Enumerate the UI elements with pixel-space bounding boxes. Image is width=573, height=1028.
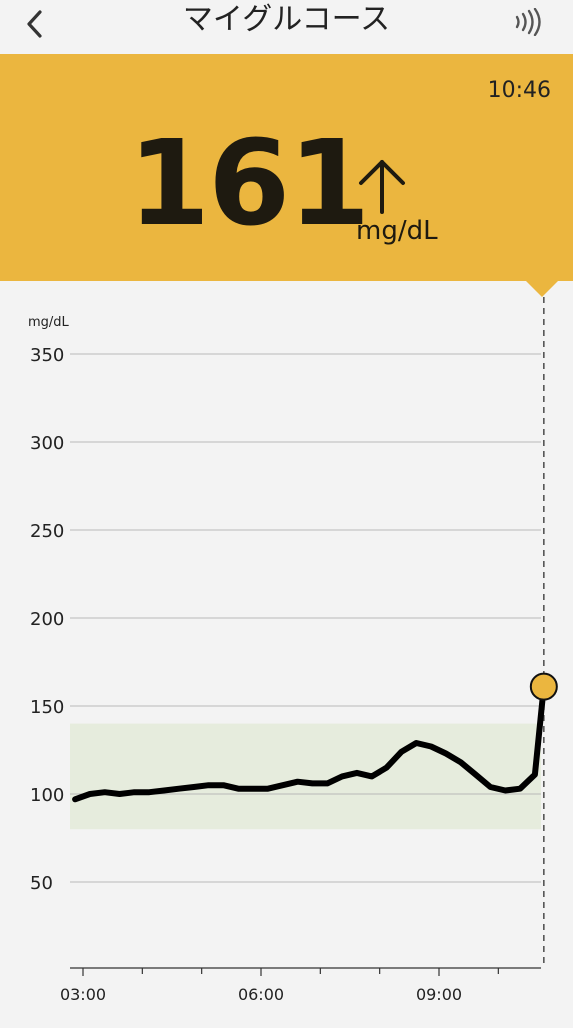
current-reading-banner: 10:46 161 mg/dL xyxy=(0,54,573,281)
y-tick-label: 200 xyxy=(30,609,64,630)
y-tick-label: 350 xyxy=(30,345,64,366)
reading-time: 10:46 xyxy=(487,78,551,103)
page-title: マイグルコース xyxy=(182,2,391,37)
x-tick-label: 06:00 xyxy=(238,985,284,1004)
top-bar: マイグルコース xyxy=(0,0,573,54)
y-axis-unit-label: mg/dL xyxy=(28,315,70,330)
glucose-value: 161 xyxy=(128,114,370,252)
glucose-unit: mg/dL xyxy=(356,216,438,246)
current-reading-marker[interactable] xyxy=(529,672,558,701)
y-tick-label: 150 xyxy=(30,697,64,718)
target-range-band xyxy=(70,723,541,830)
y-tick-label: 100 xyxy=(30,785,64,806)
glucose-chart-svg: 350 300 250 200 150 100 50 mg/dL 03:00 06:00 09:00 xyxy=(28,297,558,1004)
arrow-up-icon xyxy=(359,160,405,214)
y-tick-label: 300 xyxy=(30,433,64,454)
y-tick-label: 250 xyxy=(30,521,64,542)
x-tick-label: 03:00 xyxy=(60,985,106,1004)
y-tick-label: 50 xyxy=(30,873,53,894)
x-tick-label: 09:00 xyxy=(416,985,462,1004)
glucose-chart[interactable]: 350 300 250 200 150 100 50 mg/dL 03:00 06:00 09:00 xyxy=(0,281,573,1024)
nfc-scan-button[interactable] xyxy=(513,7,545,37)
nfc-scan-icon xyxy=(515,7,541,37)
